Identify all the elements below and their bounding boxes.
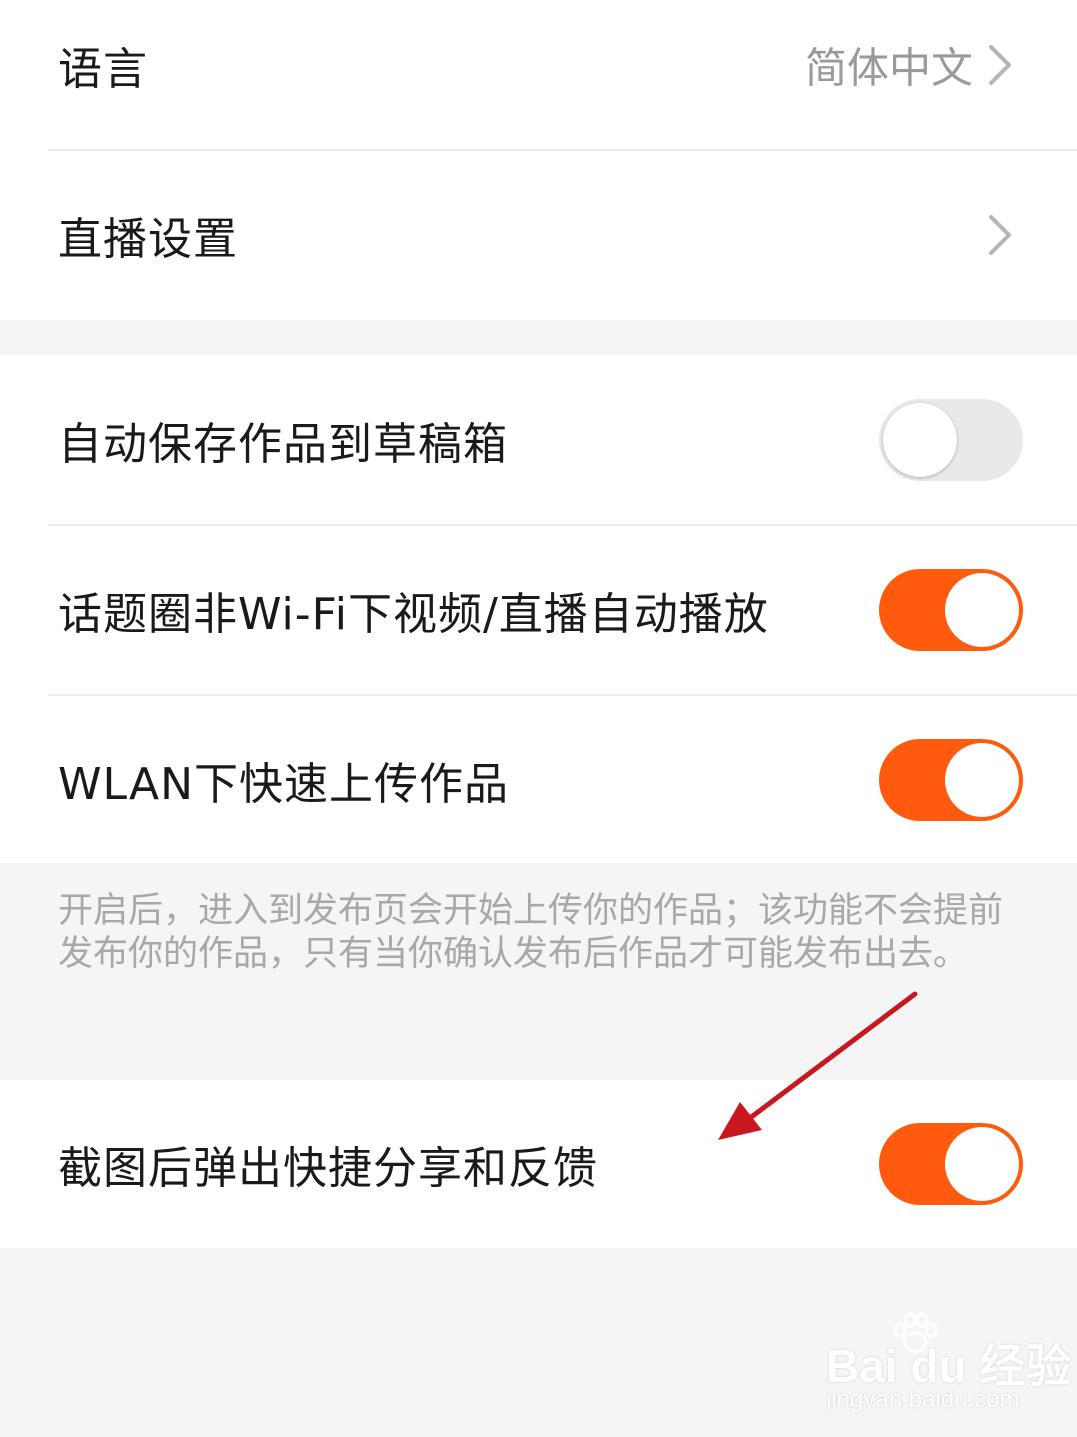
settings-group-toggles: 自动保存作品到草稿箱 话题圈非Wi-Fi下视频/直播自动播放 WLAN下快速上传… <box>0 355 1077 863</box>
toggle-knob <box>945 743 1019 817</box>
wlan-upload-note: 开启后，进入到发布页会开始上传你的作品；该功能不会提前发布你的作品，只有当你确认… <box>58 891 1004 974</box>
wlan-fast-upload-toggle[interactable] <box>879 739 1023 821</box>
autosave-drafts-label: 自动保存作品到草稿箱 <box>58 419 508 470</box>
autosave-drafts-toggle[interactable] <box>879 399 1023 481</box>
chevron-right-icon <box>989 215 1011 255</box>
watermark-url: jingyan.baidu.com <box>826 1386 1020 1413</box>
watermark: Bai du 经验 jingyan.baidu.com <box>826 1312 1071 1418</box>
language-label: 语言 <box>58 44 148 95</box>
toggle-knob <box>883 403 957 477</box>
live-settings-label: 直播设置 <box>58 214 238 265</box>
topic-autoplay-toggle[interactable] <box>879 569 1023 651</box>
wlan-fast-upload-row: WLAN下快速上传作品 <box>0 695 1077 865</box>
settings-group-general: 语言 简体中文 直播设置 <box>0 0 1077 320</box>
language-row[interactable]: 语言 简体中文 <box>0 0 1077 150</box>
annotation-arrow-icon <box>718 991 918 1140</box>
screenshot-share-label: 截图后弹出快捷分享和反馈 <box>58 1143 598 1194</box>
topic-autoplay-row: 话题圈非Wi-Fi下视频/直播自动播放 <box>0 525 1077 695</box>
toggle-knob <box>945 1127 1019 1201</box>
wlan-fast-upload-label: WLAN下快速上传作品 <box>58 759 510 810</box>
language-value: 简体中文 <box>804 43 973 93</box>
chevron-right-icon <box>989 45 1011 85</box>
topic-autoplay-label: 话题圈非Wi-Fi下视频/直播自动播放 <box>58 589 769 640</box>
live-settings-row[interactable]: 直播设置 <box>0 150 1077 320</box>
autosave-drafts-row: 自动保存作品到草稿箱 <box>0 355 1077 525</box>
toggle-knob <box>945 573 1019 647</box>
